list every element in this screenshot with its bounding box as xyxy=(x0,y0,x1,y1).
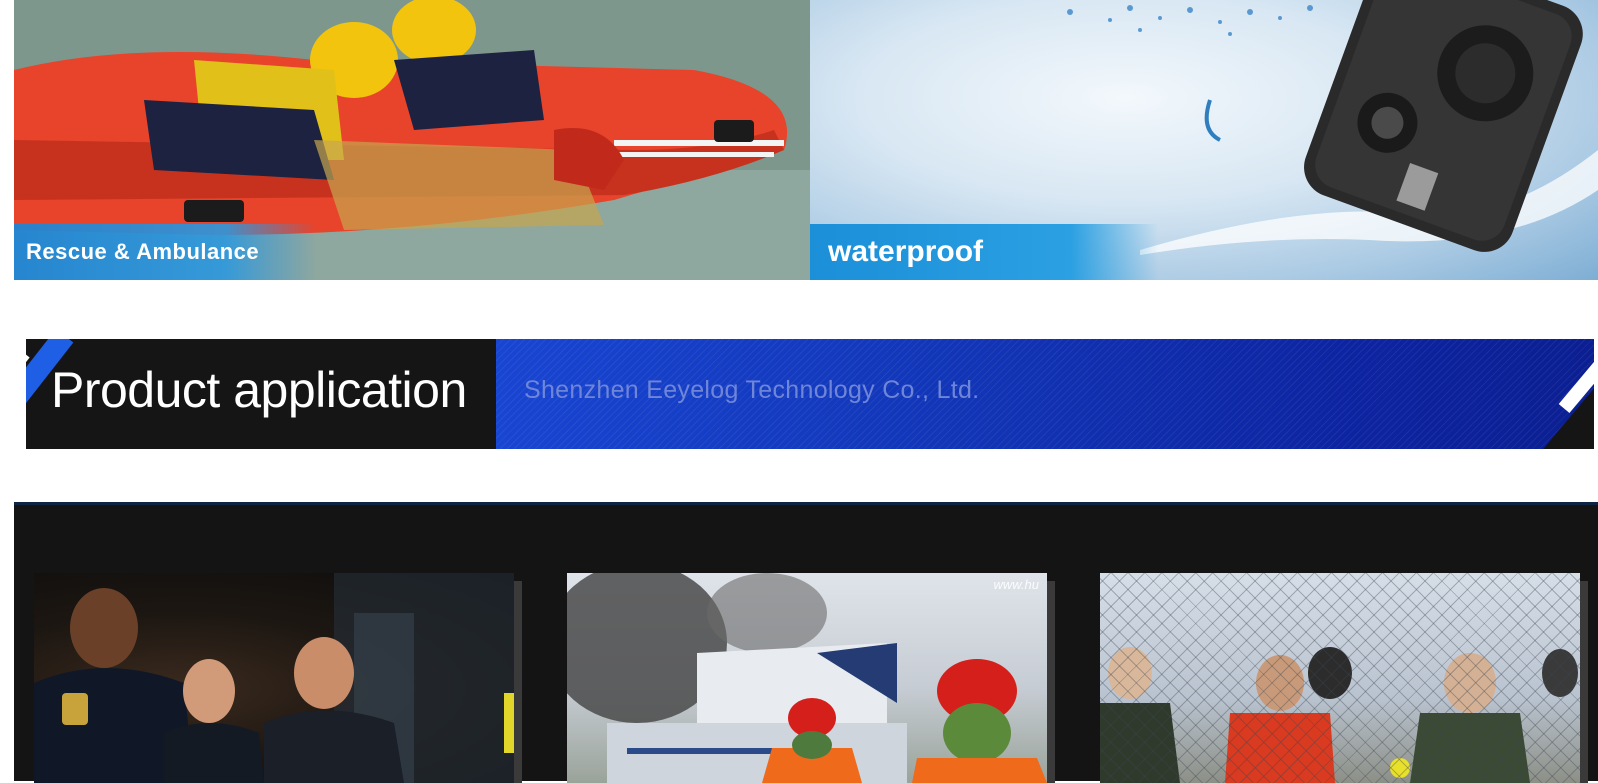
section-subtitle: Shenzhen Eeyelog Technology Co., Ltd. xyxy=(524,376,980,404)
police-officers-image xyxy=(34,573,514,783)
rescue-ambulance-caption: Rescue & Ambulance xyxy=(14,224,316,280)
product-application-header: Product application Shenzhen Eeyelog Tec… xyxy=(26,339,1594,449)
waterproof-banner[interactable]: waterproof xyxy=(810,0,1598,280)
firefighters-aircraft-image xyxy=(567,573,1047,783)
waterproof-caption: waterproof xyxy=(810,224,1158,280)
image-watermark: www.hu xyxy=(993,577,1039,592)
section-title: Product application xyxy=(51,362,467,418)
gallery-item[interactable] xyxy=(1100,573,1580,783)
gallery-item[interactable]: www.hu xyxy=(567,573,1047,783)
application-gallery: www.hu xyxy=(14,502,1598,783)
chain-link-fence xyxy=(1100,573,1580,783)
gallery-item[interactable] xyxy=(34,573,514,783)
rescue-ambulance-banner[interactable]: Rescue & Ambulance xyxy=(14,0,810,280)
section-subtitle-panel: Shenzhen Eeyelog Technology Co., Ltd. xyxy=(496,339,1594,449)
